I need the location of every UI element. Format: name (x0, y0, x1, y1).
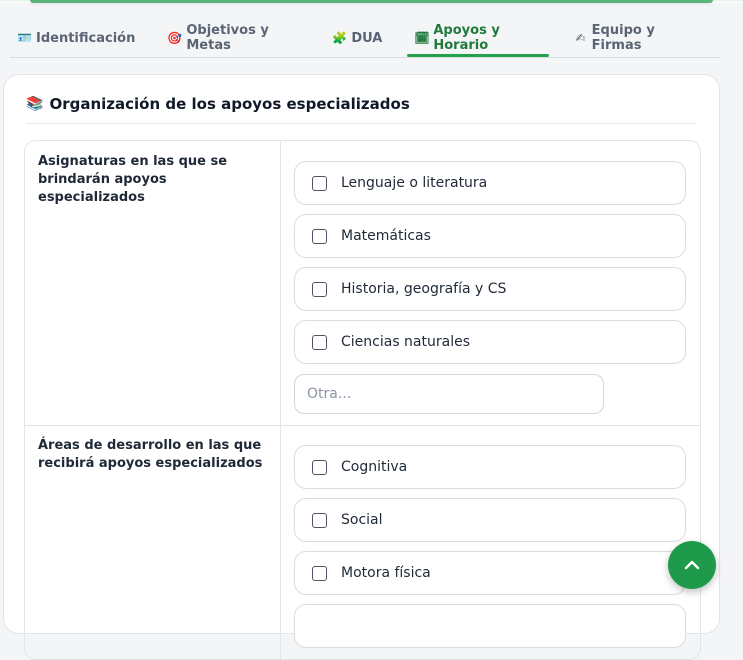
chevron-up-icon (684, 560, 700, 570)
target-icon: 🎯 (167, 31, 183, 45)
option-label: Motora física (341, 565, 431, 581)
checkbox[interactable] (312, 565, 327, 581)
checkbox[interactable] (312, 281, 327, 297)
areas-row: Áreas de desarrollo en las que recibirá … (25, 425, 700, 659)
checkbox[interactable] (312, 459, 327, 475)
section-title: 📚 Organización de los apoyos especializa… (26, 95, 697, 124)
supports-card: 📚 Organización de los apoyos especializa… (3, 74, 720, 660)
column-divider (280, 425, 281, 659)
tab-identificacion[interactable]: 🪪 Identificación (10, 22, 142, 54)
puzzle-icon: 🧩 (332, 31, 348, 45)
option-label: Historia, geografía y CS (341, 281, 507, 297)
tab-label: Identificación (36, 30, 136, 46)
option-label: Ciencias naturales (341, 334, 471, 350)
books-icon: 📚 (26, 96, 44, 112)
option-label: Social (341, 512, 383, 528)
checkbox[interactable] (312, 512, 327, 528)
tab-equipo-firmas[interactable]: ✍ Equipo y Firmas (567, 22, 702, 54)
checkbox[interactable] (312, 334, 327, 350)
checkbox[interactable] (312, 175, 327, 191)
section-title-text: Organización de los apoyos especializado… (49, 95, 410, 113)
option-matematicas[interactable]: Matemáticas (294, 214, 686, 258)
id-card-icon: 🪪 (17, 31, 32, 45)
option-label: Cognitiva (341, 459, 408, 475)
supports-table: Asignaturas en las que se brindarán apoy… (24, 140, 701, 660)
option-ciencias[interactable]: Ciencias naturales (294, 320, 686, 364)
top-header-edge (0, 0, 743, 3)
areas-label: Áreas de desarrollo en las que recibirá … (38, 438, 263, 471)
option-social[interactable]: Social (294, 498, 686, 542)
writing-hand-icon: ✍ (575, 31, 586, 45)
tab-objetivos-metas[interactable]: 🎯 Objetivos y Metas (160, 22, 307, 54)
tab-label: DUA (351, 30, 383, 46)
subjects-label: Asignaturas en las que se brindarán apoy… (38, 154, 228, 205)
option-lenguaje[interactable]: Lenguaje o literatura (294, 161, 686, 205)
subjects-row: Asignaturas en las que se brindarán apoy… (25, 141, 700, 426)
column-divider (280, 141, 281, 425)
tab-apoyos-horario[interactable]: 🗓 Apoyos y Horario (407, 22, 550, 57)
option-cognitiva[interactable]: Cognitiva (294, 445, 686, 489)
tab-label: Objetivos y Metas (186, 23, 269, 53)
option-label: Matemáticas (341, 228, 431, 244)
tab-label: Equipo y Firmas (591, 23, 655, 53)
tab-label: Apoyos y Horario (433, 23, 500, 53)
checkbox[interactable] (312, 228, 327, 244)
option-historia[interactable]: Historia, geografía y CS (294, 267, 686, 311)
tab-bar: 🪪 Identificación 🎯 Objetivos y Metas 🧩 D… (10, 22, 720, 58)
header-accent-line (30, 0, 713, 3)
tab-dua[interactable]: 🧩 DUA (325, 22, 389, 54)
next-option-partial[interactable] (294, 604, 686, 648)
option-motora-fisica[interactable]: Motora física (294, 551, 686, 595)
other-subject-input[interactable] (294, 374, 604, 414)
calendar-icon: 🗓 (414, 31, 430, 45)
option-label: Lenguaje o literatura (341, 175, 488, 191)
scroll-to-top-button[interactable] (668, 541, 716, 589)
